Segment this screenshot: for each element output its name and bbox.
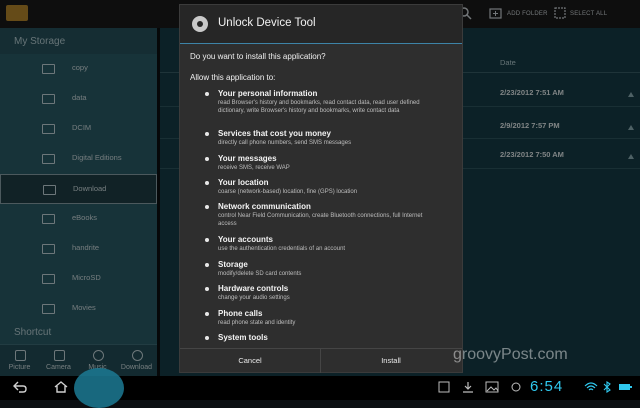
- permission-desc: receive SMS, receive WAP: [218, 165, 290, 171]
- permission-title: Your messages: [218, 154, 277, 163]
- bullet-icon: [205, 205, 209, 209]
- install-button[interactable]: Install: [321, 349, 461, 373]
- bullet-icon: [205, 263, 209, 267]
- wifi-icon: [584, 382, 598, 391]
- permission-desc: directly call phone numbers, send SMS me…: [218, 140, 352, 146]
- bullet-icon: [205, 132, 209, 136]
- permission-desc: control Near Field Communication, create…: [218, 213, 423, 227]
- bullet-icon: [205, 181, 209, 185]
- app-gear-icon: [192, 16, 208, 32]
- status-clock: 6:54: [530, 378, 564, 395]
- permission-desc: read phone state and identity: [218, 320, 296, 326]
- bullet-icon: [205, 157, 209, 161]
- bullet-icon: [205, 92, 209, 96]
- permission-list[interactable]: Your personal information read Browser's …: [180, 85, 462, 347]
- permission-title: Hardware controls: [218, 284, 289, 293]
- recent-apps-button[interactable]: [74, 368, 124, 408]
- permissions-heading: Allow this application to:: [190, 73, 276, 82]
- watermark: groovyPost.com: [453, 346, 568, 363]
- dialog-title: Unlock Device Tool: [218, 17, 316, 29]
- bullet-icon: [205, 312, 209, 316]
- battery-icon: [619, 384, 632, 390]
- download-notify-icon: [463, 382, 473, 393]
- permission-title: Storage: [218, 260, 248, 269]
- permission-desc: change your audio settings: [218, 295, 290, 301]
- permission-title: Your personal information: [218, 89, 318, 98]
- permission-title: Network communication: [218, 202, 311, 211]
- permission-desc: read Browser's history and bookmarks, re…: [218, 100, 420, 114]
- back-icon[interactable]: [13, 381, 27, 393]
- cancel-button[interactable]: Cancel: [180, 349, 320, 373]
- bullet-icon: [205, 336, 209, 340]
- permission-title: Your accounts: [218, 235, 273, 244]
- permission-title: System tools: [218, 333, 268, 342]
- install-question: Do you want to install this application?: [190, 52, 326, 61]
- home-icon[interactable]: [54, 381, 68, 393]
- permission-title: Your location: [218, 178, 269, 187]
- system-bar: 6:54: [0, 368, 640, 408]
- image-notify-icon: [485, 381, 499, 393]
- phone-notify-icon: [511, 382, 521, 392]
- bluetooth-icon: [603, 381, 611, 393]
- permission-desc: modify/delete SD card contents: [218, 271, 302, 277]
- install-dialog: Unlock Device Tool Do you want to instal…: [179, 4, 463, 373]
- permission-title: Phone calls: [218, 309, 263, 318]
- bullet-icon: [205, 287, 209, 291]
- permission-title: Services that cost you money: [218, 129, 331, 138]
- dialog-button-bar: Cancel Install: [180, 348, 462, 373]
- permission-desc: coarse (network-based) location, fine (G…: [218, 189, 358, 195]
- dialog-titlebar: Unlock Device Tool: [180, 5, 462, 44]
- permission-desc: use the authentication credentials of an…: [218, 246, 346, 252]
- storage-icon: [438, 381, 450, 393]
- bullet-icon: [205, 238, 209, 242]
